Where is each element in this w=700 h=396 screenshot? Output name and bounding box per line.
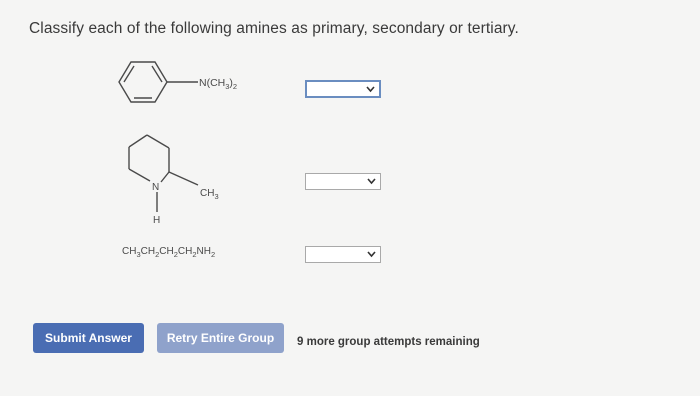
- structure-butylamine: CH3CH2CH2CH2NH2: [122, 240, 262, 262]
- s1-nme2-label: N(CH3)2: [199, 77, 237, 91]
- s2-n-label: N: [152, 182, 159, 193]
- s2-h-label: H: [153, 215, 160, 226]
- s2-ch3-label: CH3: [200, 188, 219, 201]
- question-text: Classify each of the following amines as…: [29, 20, 519, 37]
- attempts-remaining-text: 9 more group attempts remaining: [297, 336, 480, 348]
- answer-select-3[interactable]: [305, 246, 381, 263]
- chevron-down-icon: [366, 86, 375, 93]
- chevron-down-icon: [367, 178, 376, 185]
- retry-entire-group-button[interactable]: Retry Entire Group: [157, 323, 284, 353]
- structure-dimethylaniline: N(CH3)2: [112, 55, 272, 113]
- s3-formula: CH3CH2CH2CH2NH2: [122, 246, 215, 259]
- answer-select-1[interactable]: [305, 80, 381, 98]
- answer-select-2[interactable]: [305, 173, 381, 190]
- chevron-down-icon: [367, 251, 376, 258]
- structure-methylpiperidine: N H CH3: [120, 130, 240, 230]
- submit-answer-button[interactable]: Submit Answer: [33, 323, 144, 353]
